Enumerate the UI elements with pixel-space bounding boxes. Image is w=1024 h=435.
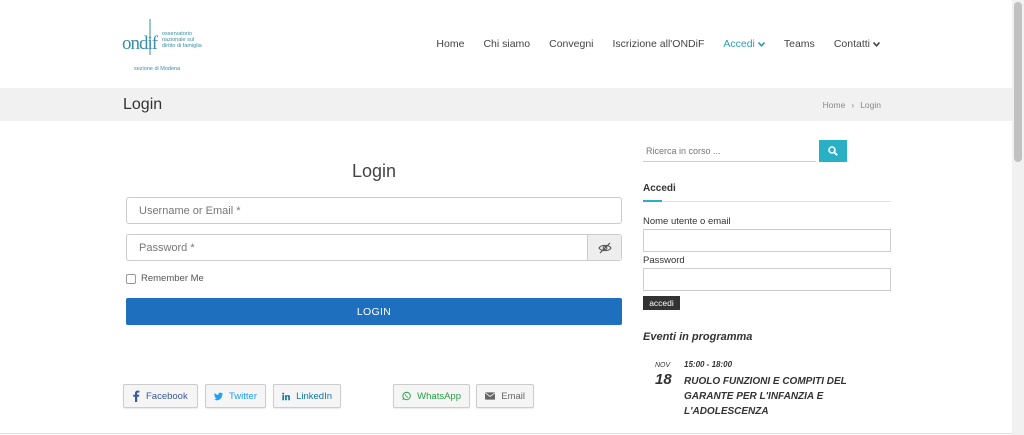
share-label: LinkedIn (296, 390, 332, 402)
toggle-password-visibility-button[interactable] (587, 235, 621, 260)
sidebar-search-button[interactable] (819, 140, 847, 162)
nav-label: Contatti (833, 38, 870, 50)
share-label: Email (501, 390, 525, 402)
nav-item-contatti[interactable]: Contatti (834, 38, 880, 50)
sidebar-login-button[interactable]: accedi (643, 296, 680, 310)
login-form-title: Login (351, 161, 397, 181)
bottom-divider (0, 433, 1012, 434)
event-time: 15:00 - 18:00 (684, 360, 733, 369)
chevron-down-icon (757, 41, 765, 47)
nav-item-accedi[interactable]: Accedi (723, 38, 765, 50)
page-scrollbar[interactable] (1012, 0, 1024, 435)
events-heading: Eventi in programma (643, 331, 753, 343)
nav-item-convegni[interactable]: Convegni (549, 38, 593, 50)
share-facebook-button[interactable]: Facebook (123, 384, 198, 408)
share-email-button[interactable]: Email (476, 384, 534, 408)
share-label: WhatsApp (417, 390, 461, 402)
nav-label: Iscrizione all'ONDiF (612, 38, 705, 50)
nav-label: Convegni (549, 38, 594, 50)
breadcrumb-separator: › (851, 100, 855, 110)
eye-slash-icon (597, 242, 612, 253)
login-button[interactable]: LOGIN (126, 298, 622, 325)
ondif-logo-mark: ondif (122, 19, 160, 55)
share-whatsapp-button[interactable]: WhatsApp (393, 384, 470, 408)
sidebar-password-input[interactable] (643, 268, 891, 291)
sidebar-username-label: Nome utente o email (643, 216, 731, 227)
scrollbar-thumb[interactable] (1014, 2, 1022, 162)
sidebar-username-input[interactable] (643, 229, 891, 252)
nav-item-chi-siamo[interactable]: Chi siamo (483, 38, 530, 50)
chevron-down-icon (873, 41, 880, 47)
nav-label: Accedi (723, 38, 755, 50)
sidebar-password-label: Password (643, 255, 685, 266)
username-input[interactable] (127, 198, 621, 223)
remember-me-label: Remember Me (141, 273, 204, 284)
page-title: Login (123, 96, 163, 113)
nav-label: Teams (783, 38, 815, 50)
whatsapp-icon (402, 391, 411, 401)
nav-item-iscrizione[interactable]: Iscrizione all'ONDiF (613, 38, 705, 50)
search-icon (828, 146, 838, 156)
nav-label: Home (436, 38, 465, 50)
sidebar-heading-divider (643, 200, 891, 202)
password-input[interactable] (127, 235, 587, 260)
nav-label: Chi siamo (483, 38, 531, 50)
event-month: NOV (655, 362, 671, 369)
remember-me[interactable]: Remember Me (126, 273, 204, 284)
linkedin-icon (282, 392, 290, 400)
logo-subtitle: osservatorio nazionale sul diritto di fa… (162, 31, 202, 49)
next-event-cutoff (643, 429, 713, 435)
breadcrumb: Home › Login (823, 100, 881, 110)
logo-section: sezione di Modena (134, 66, 181, 72)
facebook-icon (133, 390, 140, 402)
share-label: Facebook (146, 390, 188, 402)
nav-item-teams[interactable]: Teams (784, 38, 815, 50)
main-nav: Home Chi siamo Convegni Iscrizione all'O… (436, 38, 880, 50)
sidebar-search-input[interactable] (643, 140, 816, 161)
sidebar-login-heading: Accedi (643, 183, 676, 194)
twitter-icon (214, 392, 224, 400)
breadcrumb-current: Login (860, 100, 881, 110)
username-field[interactable] (126, 197, 622, 224)
share-linkedin-button[interactable]: LinkedIn (273, 384, 341, 408)
site-logo[interactable]: ondif osservatorio nazionale sul diritto… (122, 13, 202, 75)
page-title-bar: Login Home › Login (0, 88, 1012, 121)
event-title-link[interactable]: RUOLO FUNZIONI E COMPITI DEL GARANTE PER… (684, 374, 862, 419)
svg-text:ondif: ondif (122, 33, 159, 54)
share-twitter-button[interactable]: Twitter (205, 384, 266, 408)
breadcrumb-home-link[interactable]: Home (823, 100, 846, 110)
heading-accent-bar (643, 200, 662, 202)
remember-me-checkbox[interactable] (126, 273, 136, 284)
event-day: 18 (655, 371, 672, 388)
sidebar-search-field[interactable] (643, 140, 816, 162)
password-field[interactable] (126, 234, 622, 261)
nav-item-home[interactable]: Home (436, 38, 464, 50)
envelope-icon (485, 392, 496, 400)
site-header: ondif osservatorio nazionale sul diritto… (0, 0, 1012, 88)
share-label: Twitter (229, 390, 257, 402)
